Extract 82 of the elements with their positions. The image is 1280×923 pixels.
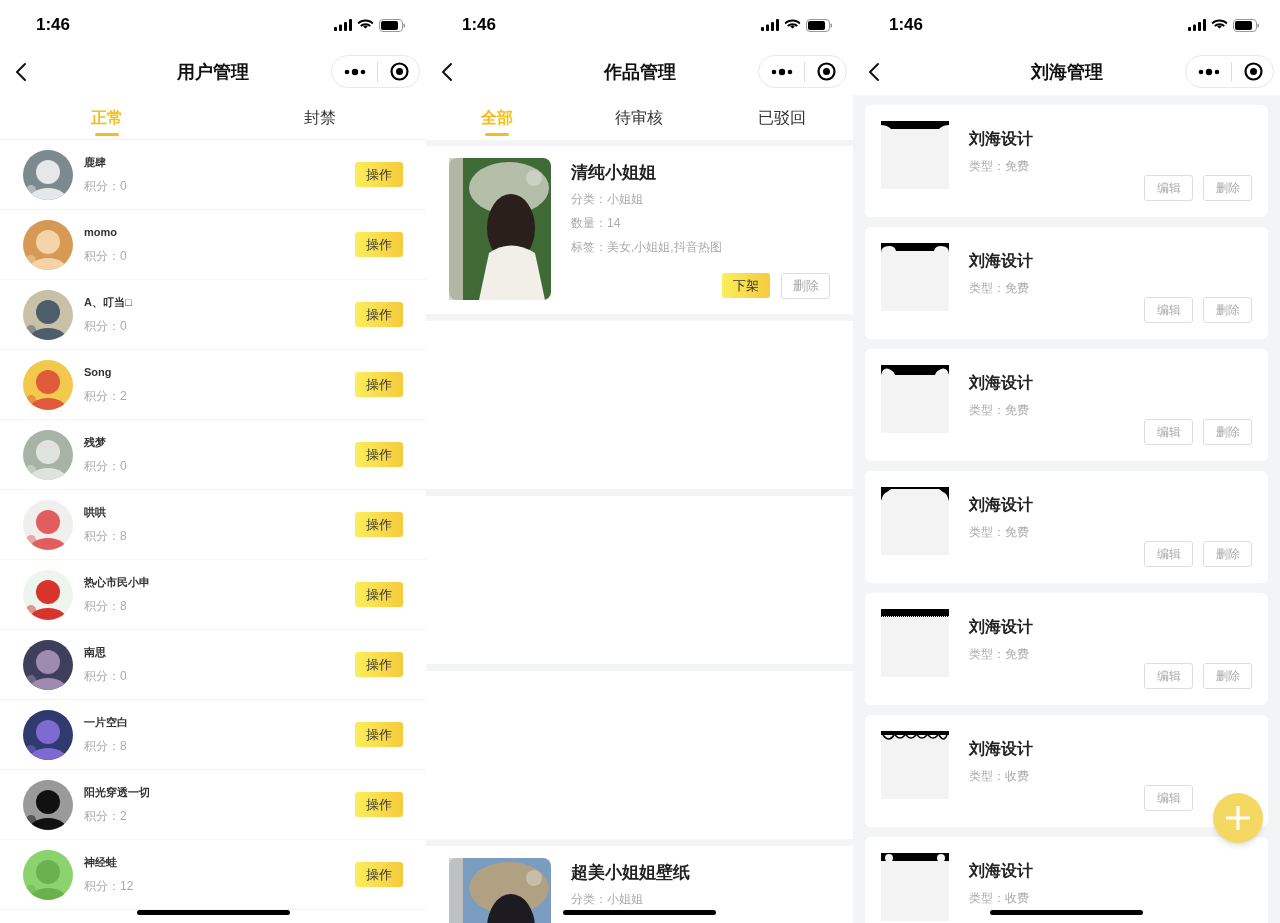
work-detail: 分类：小姐姐 [571,890,644,908]
wifi-icon [357,19,374,31]
user-name: 神经蛙 [84,855,118,871]
unpublish-button[interactable]: 下架 [722,273,770,298]
notch-title: 刘海设计 [969,617,1033,637]
work-title: 超美小姐姐壁纸 [571,862,690,884]
action-button[interactable]: 操作 [355,442,403,467]
user-score: 积分：8 [84,527,128,545]
notch-title: 刘海设计 [969,739,1033,759]
notch-type: 类型：收费 [969,890,1030,907]
work-detail: 数量：14 [571,214,622,232]
action-button[interactable]: 操作 [355,372,403,397]
page-title: 刘海管理 [1030,61,1103,84]
notch-type: 类型：免费 [969,524,1030,541]
status-time: 1:46 [36,14,71,37]
wifi-icon [1211,19,1228,31]
user-score: 积分：0 [84,247,128,265]
notch-title: 刘海设计 [969,495,1033,515]
action-button[interactable]: 操作 [355,302,403,327]
user-name: 南思 [84,645,107,661]
action-button[interactable]: 操作 [355,162,403,187]
work-detail: 标签：美女,小姐姐,抖音热图 [571,238,722,256]
wifi-icon [784,19,801,31]
plus-icon [1226,806,1250,830]
user-name: momo [84,225,118,241]
action-button[interactable]: 操作 [355,582,403,607]
close-icon[interactable] [817,62,836,81]
user-name: 鹿肆 [84,155,107,171]
battery-icon [806,18,833,32]
notch-title: 刘海设计 [969,861,1033,881]
more-icon[interactable] [1198,67,1220,76]
back-icon[interactable] [441,62,453,82]
user-score: 积分：12 [84,877,135,895]
work-detail: 分类：小姐姐 [571,190,644,208]
action-button[interactable]: 操作 [355,792,403,817]
user-name: 一片空白 [84,715,129,731]
battery-icon [1233,18,1260,32]
user-name: 阳光穿透一切 [84,785,151,801]
action-button[interactable]: 操作 [355,862,403,887]
back-icon[interactable] [15,62,27,82]
user-name: A、叮当□ [84,295,133,311]
status-time: 1:46 [889,14,924,37]
notch-title: 刘海设计 [969,251,1033,271]
signal-icon [1188,19,1206,31]
notch-title: 刘海设计 [969,129,1033,149]
work-title: 清纯小姐姐 [571,162,657,184]
action-button[interactable]: 操作 [355,722,403,747]
action-button[interactable]: 操作 [355,512,403,537]
user-score: 积分：8 [84,737,128,755]
action-button[interactable]: 操作 [355,652,403,677]
battery-icon [379,18,406,32]
notch-type: 类型：免费 [969,280,1030,297]
notch-type: 类型：免费 [969,646,1030,663]
close-icon[interactable] [1244,62,1263,81]
tab[interactable]: 封禁 [301,95,338,140]
more-icon[interactable] [771,67,793,76]
user-name: 热心市民小申 [84,575,151,591]
page-title: 作品管理 [603,61,676,84]
tab[interactable]: 已驳回 [755,95,808,140]
user-score: 积分：2 [84,387,128,405]
action-button[interactable]: 操作 [355,232,403,257]
status-time: 1:46 [462,14,497,37]
page-title: 用户管理 [177,61,249,84]
user-name: 残梦 [84,435,107,451]
signal-icon [334,19,352,31]
signal-icon [761,19,779,31]
user-score: 积分：0 [84,177,128,195]
user-score: 积分：0 [84,667,128,685]
user-score: 积分：2 [84,807,128,825]
more-icon[interactable] [344,67,366,76]
notch-type: 类型：收费 [969,768,1030,785]
user-score: 积分：8 [84,597,128,615]
notch-title: 刘海设计 [969,373,1033,393]
user-score: 积分：0 [84,317,128,335]
user-score: 积分：0 [84,457,128,475]
notch-type: 类型：免费 [969,402,1030,419]
user-name: Song [84,365,113,381]
tab[interactable]: 待审核 [613,95,666,140]
close-icon[interactable] [390,62,409,81]
back-icon[interactable] [868,62,880,82]
notch-type: 类型：免费 [969,158,1030,175]
user-name: 哄哄 [84,505,107,521]
